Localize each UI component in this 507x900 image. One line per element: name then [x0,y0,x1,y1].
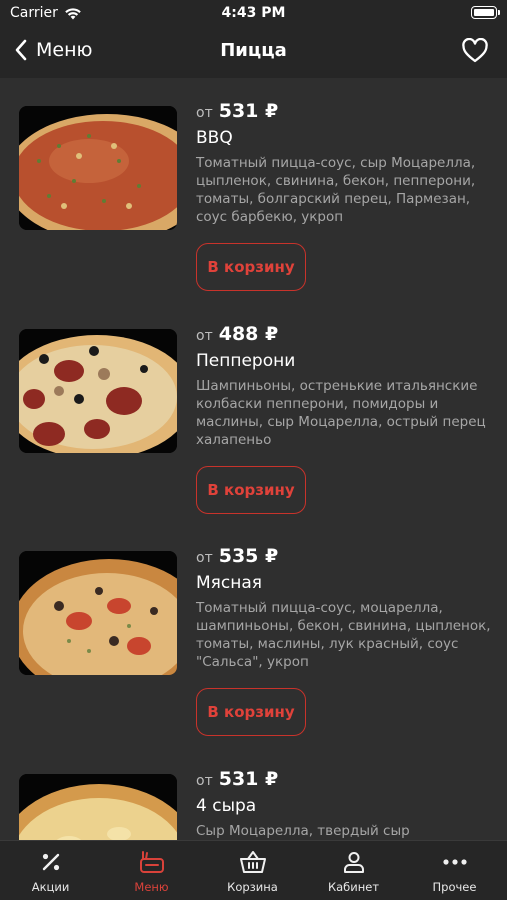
tab-menu[interactable]: Меню [101,841,202,900]
price-value: 488 ₽ [218,323,279,345]
price: от 488 ₽ [196,323,278,345]
user-icon [342,841,366,877]
product-description: Томатный пицца-соус, моцарелла, шампиньо… [196,600,491,670]
tab-more[interactable]: Прочее [404,841,505,900]
favorites-button[interactable] [461,37,489,68]
navigation-bar: Меню Пицца [0,28,507,78]
add-to-cart-button[interactable]: В корзину [196,243,306,291]
price: от 531 ₽ [196,100,278,122]
price: от 535 ₽ [196,545,278,567]
basket-icon [239,841,267,877]
battery-icon [471,6,500,19]
price-value: 531 ₽ [218,768,279,790]
tab-promotions[interactable]: Акции [0,841,101,900]
percent-icon [39,841,63,877]
page-title: Пицца [220,40,287,61]
product-name: 4 сыра [196,796,257,816]
product-name: BBQ [196,128,233,148]
product-description: Томатный пицца-соус, сыр Моцарелла, цыпл… [196,155,476,225]
product-name: Пепперони [196,351,296,371]
tab-account[interactable]: Кабинет [303,841,404,900]
product-image[interactable] [19,774,177,840]
product-description: Шампиньоны, остренькие итальянские колба… [196,378,486,448]
product-name: Мясная [196,573,262,593]
menu-bag-icon [138,841,166,877]
tab-label: Корзина [227,880,278,894]
price-prefix: от [196,550,213,566]
tab-label: Акции [31,880,70,894]
status-bar: Carrier 4:43 PM [0,0,507,28]
price-prefix: от [196,105,213,121]
tab-label: Прочее [432,880,477,894]
more-icon [442,841,468,877]
product-image[interactable] [19,329,177,453]
add-to-cart-button[interactable]: В корзину [196,466,306,514]
product-description: Сыр Моцарелла, твердый сыр [196,823,410,839]
price-prefix: от [196,773,213,789]
price-value: 535 ₽ [218,545,279,567]
product-list: от 531 ₽ BBQ Томатный пицца-соус, сыр Мо… [0,78,507,840]
product-image[interactable] [19,106,177,230]
tab-label: Меню [134,880,169,894]
price-value: 531 ₽ [218,100,279,122]
tab-label: Кабинет [327,880,380,894]
tab-bar: Акции Меню Корзина Кабинет Прочее [0,840,507,900]
clock: 4:43 PM [221,5,286,21]
price-prefix: от [196,328,213,344]
product-image[interactable] [19,551,177,675]
tab-cart[interactable]: Корзина [202,841,303,900]
add-to-cart-button[interactable]: В корзину [196,688,306,736]
heart-icon [462,37,488,63]
price: от 531 ₽ [196,768,278,790]
